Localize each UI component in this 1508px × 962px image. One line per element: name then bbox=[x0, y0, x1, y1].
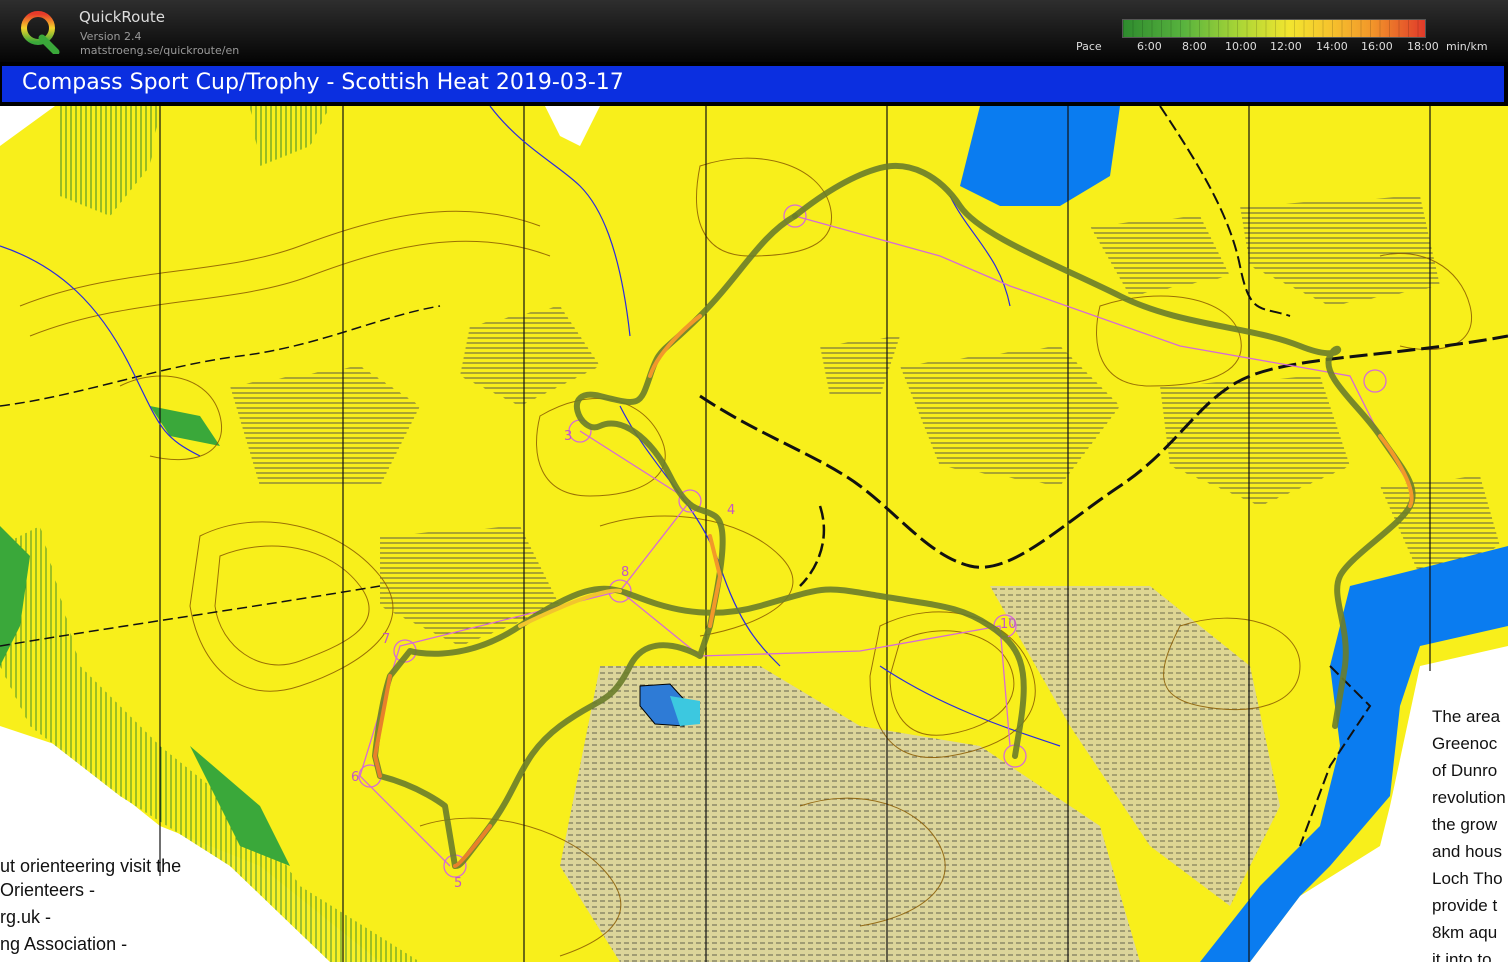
map-note-left-line: ut orienteering visit the bbox=[0, 856, 182, 876]
map-graphics: 3 4 5 6 7 8 10 bbox=[0, 106, 1508, 962]
map-note-right-line: it into to bbox=[1432, 950, 1492, 962]
control-number: 6 bbox=[351, 770, 359, 785]
pace-tick: 10:00 bbox=[1225, 40, 1257, 53]
pace-tick: 8:00 bbox=[1182, 40, 1207, 53]
map-note-right-line: the grow bbox=[1432, 815, 1498, 834]
map-note-right-line: revolution bbox=[1432, 788, 1506, 807]
pace-label: Pace bbox=[1076, 40, 1102, 53]
pace-unit: min/km bbox=[1446, 40, 1488, 53]
map-note-left-line: rg.uk - bbox=[0, 907, 52, 927]
map-title: Compass Sport Cup/Trophy - Scottish Heat… bbox=[22, 70, 624, 95]
header-bar: QuickRoute Version 2.4 matstroeng.se/qui… bbox=[0, 0, 1508, 62]
map-title-bar: Compass Sport Cup/Trophy - Scottish Heat… bbox=[2, 66, 1504, 104]
quickroute-logo-icon bbox=[21, 11, 60, 54]
control-number: 3 bbox=[564, 429, 572, 444]
control-number: 10 bbox=[1000, 617, 1017, 632]
map-note-right-line: Greenoc bbox=[1432, 734, 1498, 753]
pace-tick-labels: 6:00 8:00 10:00 12:00 14:00 16:00 18:00 … bbox=[1124, 40, 1488, 54]
map-note-right-line: Loch Tho bbox=[1432, 869, 1503, 888]
app-name: QuickRoute bbox=[79, 8, 165, 26]
map-note-right-line: of Dunro bbox=[1432, 761, 1498, 780]
map-note-right-line: provide t bbox=[1432, 896, 1498, 915]
control-number: 5 bbox=[454, 876, 462, 891]
pace-tick: 14:00 bbox=[1316, 40, 1348, 53]
pace-color-scale bbox=[1122, 19, 1426, 38]
pace-tick: 6:00 bbox=[1137, 40, 1162, 53]
orienteering-map[interactable]: 3 4 5 6 7 8 10 ut orienteering visit the… bbox=[0, 106, 1508, 962]
map-note-right-line: 8km aqu bbox=[1432, 923, 1498, 942]
app-version: Version 2.4 bbox=[80, 30, 142, 43]
pace-tick: 18:00 bbox=[1407, 40, 1439, 53]
pace-tick: 16:00 bbox=[1361, 40, 1393, 53]
control-number: 8 bbox=[621, 565, 629, 580]
map-note-left-line: ng Association - bbox=[0, 934, 128, 954]
map-note-right-line: The area bbox=[1432, 707, 1501, 726]
control-number: 7 bbox=[382, 632, 390, 647]
map-note-left-line: Orienteers - bbox=[0, 880, 96, 900]
app-url[interactable]: matstroeng.se/quickroute/en bbox=[80, 44, 239, 57]
map-note-right-line: and hous bbox=[1432, 842, 1502, 861]
control-number: 4 bbox=[727, 503, 735, 518]
pace-tick: 12:00 bbox=[1270, 40, 1302, 53]
